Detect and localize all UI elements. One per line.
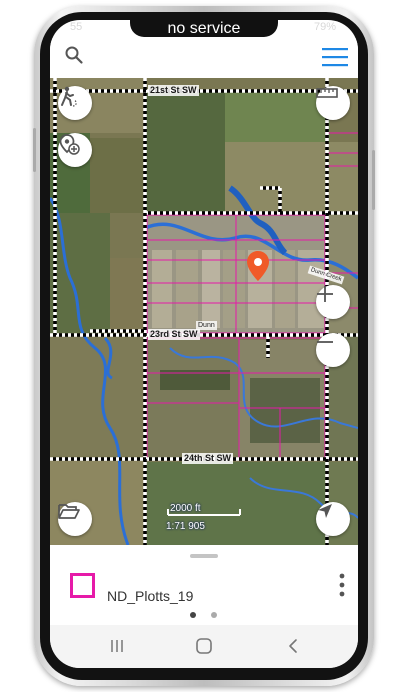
layer-swatch (70, 573, 95, 598)
carrier-status: no service (167, 20, 241, 37)
back-icon[interactable] (286, 636, 300, 656)
zoom-out-button[interactable] (316, 333, 350, 367)
status-time: 55 (70, 21, 83, 33)
track-button[interactable] (58, 86, 92, 120)
zoom-in-button[interactable] (316, 285, 350, 319)
more-options-icon[interactable] (338, 573, 346, 597)
layer-name[interactable]: ND_Plotts_19 (107, 588, 193, 604)
ruler-icon (316, 88, 338, 98)
volume-button (33, 128, 36, 172)
layer-panel: ND_Plotts_19 (50, 545, 358, 625)
folder-open-icon (58, 504, 80, 519)
battery-status: 79% (313, 21, 336, 33)
satellite-imagery (50, 78, 358, 545)
hiking-track-icon (61, 86, 77, 107)
recent-apps-icon[interactable] (110, 636, 124, 656)
power-button (372, 150, 375, 210)
road-label-24th: 24th St SW (182, 453, 234, 464)
add-location-icon (59, 134, 80, 155)
home-icon[interactable] (194, 636, 214, 656)
layers-button[interactable] (58, 502, 92, 536)
locate-button[interactable] (316, 502, 350, 536)
road-label-21st: 21st St SW (148, 85, 199, 96)
system-nav-bar (50, 625, 358, 668)
minus-icon (317, 341, 333, 343)
place-label-dunn: Dunn (196, 321, 217, 330)
map-view[interactable]: 21st St SW 23rd St SW 24th St SW Dunn Du… (50, 78, 358, 545)
location-marker-icon[interactable] (246, 250, 270, 282)
search-icon[interactable] (64, 45, 84, 65)
plus-icon (317, 286, 333, 302)
page-indicator-dot-1 (190, 612, 196, 618)
navigation-arrow-icon (318, 504, 332, 518)
top-bar (50, 38, 358, 78)
phone-screen: no service 55 79% 21st St SW 23rd St SW … (50, 20, 358, 668)
page-indicator-dot-2 (211, 612, 217, 618)
scale-ratio: 1:71 905 (166, 521, 205, 532)
road-label-23rd: 23rd St SW (148, 329, 200, 340)
hamburger-menu-icon[interactable] (322, 47, 348, 67)
panel-drag-handle[interactable] (190, 554, 218, 558)
scale-distance: 2000 ft (170, 503, 201, 514)
add-point-button[interactable] (58, 133, 92, 167)
measure-button[interactable] (316, 86, 350, 120)
notch: no service (130, 20, 278, 37)
